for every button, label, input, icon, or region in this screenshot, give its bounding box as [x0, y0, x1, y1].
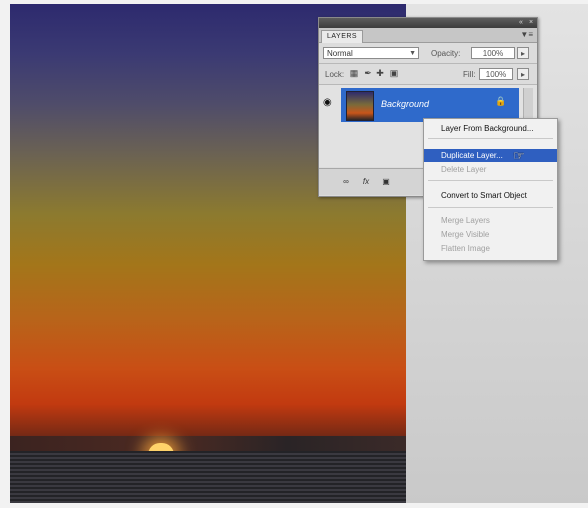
menu-item-flatten-image[interactable]: Flatten Image — [424, 242, 557, 255]
panel-menu-icon[interactable]: ▼≡ — [520, 30, 533, 39]
lock-icon: 🔒 — [495, 96, 507, 106]
layer-row[interactable]: ◉ Background 🔒 — [319, 88, 519, 122]
blend-mode-value: Normal — [327, 49, 353, 58]
lock-transparent-icon[interactable]: ▦ — [349, 68, 359, 78]
lock-move-icon[interactable]: ✚ — [375, 68, 385, 78]
hand-cursor-icon: ☞ — [513, 148, 525, 163]
lock-label: Lock: — [325, 70, 345, 79]
fill-slider-button[interactable]: ▸ — [517, 68, 529, 80]
menu-item-merge-layers[interactable]: Merge Layers — [424, 214, 557, 227]
layer-name: Background — [381, 99, 430, 109]
menu-item-duplicate-layer[interactable]: Duplicate Layer... — [424, 149, 557, 162]
window-frame-left — [0, 0, 10, 508]
opacity-slider-button[interactable]: ▸ — [517, 47, 529, 59]
window-frame-bottom — [0, 503, 588, 508]
blend-row: Normal ▼ Opacity: 100% ▸ — [319, 43, 537, 64]
close-icon[interactable]: × — [527, 19, 535, 26]
fill-label: Fill: — [463, 70, 476, 79]
panel-tabs: LAYERS ▼≡ — [319, 28, 537, 43]
chevron-down-icon: ▼ — [409, 50, 416, 57]
opacity-label: Opacity: — [431, 49, 461, 58]
eye-icon[interactable]: ◉ — [323, 98, 335, 108]
lock-brush-icon[interactable]: ✒ — [363, 68, 373, 78]
menu-divider — [428, 207, 553, 208]
menu-item-layer-from-background[interactable]: Layer From Background... — [424, 122, 557, 135]
blend-mode-select[interactable]: Normal ▼ — [323, 47, 419, 59]
lock-all-icon[interactable]: ▣ — [389, 68, 399, 78]
opacity-input[interactable]: 100% — [471, 47, 515, 59]
mask-icon[interactable]: ▣ — [379, 177, 393, 187]
menu-divider — [428, 180, 553, 181]
tab-layers[interactable]: LAYERS — [321, 30, 364, 43]
fill-input[interactable]: 100% — [479, 68, 513, 80]
collapse-icon[interactable]: « — [517, 19, 525, 26]
panel-titlebar[interactable]: « × — [319, 18, 537, 28]
link-icon[interactable]: ∞ — [339, 177, 353, 187]
canvas-sea — [10, 451, 406, 504]
menu-item-merge-visible[interactable]: Merge Visible — [424, 228, 557, 241]
layer-thumbnail — [346, 91, 374, 121]
context-menu: Layer From Background... Duplicate Layer… — [423, 118, 558, 261]
lock-row: Lock: ▦ ✒ ✚ ▣ Fill: 100% ▸ — [319, 64, 537, 85]
fx-icon[interactable]: fx — [359, 177, 373, 187]
menu-item-delete-layer[interactable]: Delete Layer — [424, 163, 557, 176]
menu-divider — [428, 138, 553, 139]
menu-item-convert-smart-object[interactable]: Convert to Smart Object — [424, 189, 557, 202]
